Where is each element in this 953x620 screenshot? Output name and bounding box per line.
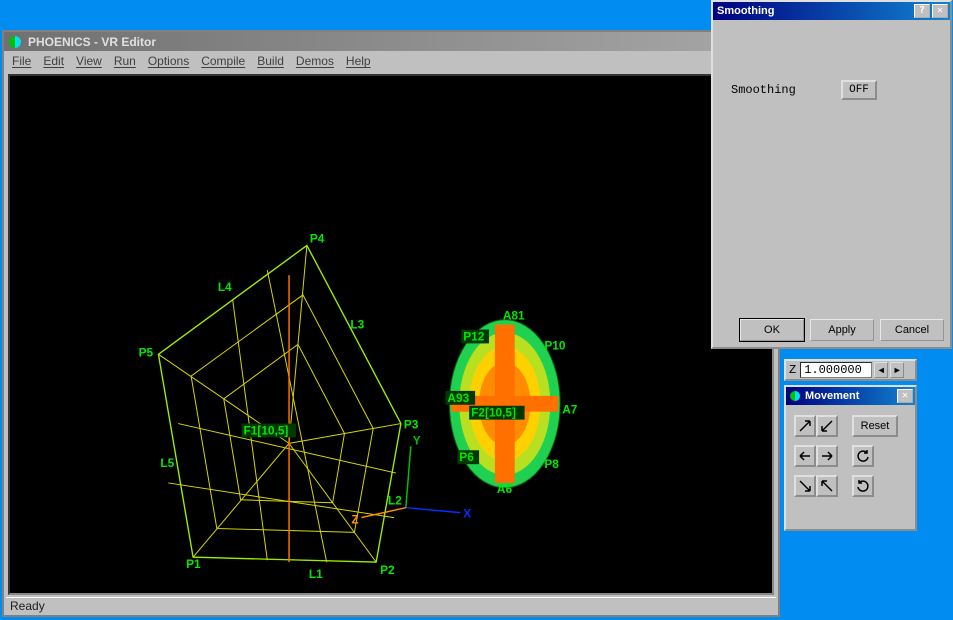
smoothing-dialog: Smoothing ? ✕ Smoothing OFF OK Apply Can…: [711, 0, 952, 349]
menu-build[interactable]: Build: [257, 54, 284, 68]
label-f2: F2[10,5]: [471, 406, 516, 420]
z-decrement-button[interactable]: ◄: [874, 362, 888, 378]
label-p2: P2: [380, 563, 395, 577]
viewport-3d[interactable]: P4 P3 P2 P1 P5 L1 L2 L3 L4 L5 F1[10,5] X: [8, 74, 774, 595]
movement-panel: Movement ✕ Reset: [784, 385, 917, 531]
movement-close-button[interactable]: ✕: [897, 389, 913, 403]
polygon-wireframe: [158, 245, 400, 562]
axis-z-label: Z: [351, 513, 358, 527]
menu-view[interactable]: View: [76, 54, 102, 68]
z-input[interactable]: 1.000000: [800, 362, 872, 378]
menu-options[interactable]: Options: [148, 54, 189, 68]
label-p10: P10: [544, 338, 566, 352]
help-button[interactable]: ?: [914, 4, 930, 18]
movement-logo-icon: [789, 390, 801, 402]
label-l3: L3: [350, 318, 364, 332]
rotate-ccw-icon[interactable]: [852, 445, 874, 467]
editor-window: PHOENICS - VR Editor File Edit View Run …: [2, 30, 780, 617]
label-a93: A93: [447, 391, 469, 405]
menu-file[interactable]: File: [12, 54, 31, 68]
z-bar: Z 1.000000 ◄ ►: [784, 359, 917, 381]
label-p1: P1: [186, 557, 201, 571]
label-l4: L4: [218, 280, 232, 294]
label-l2: L2: [388, 494, 402, 508]
movement-titlebar[interactable]: Movement ✕: [786, 387, 915, 405]
close-button[interactable]: ✕: [932, 4, 948, 18]
statusbar: Ready: [6, 597, 776, 613]
label-p12: P12: [463, 329, 485, 343]
move-up-right-icon[interactable]: [794, 415, 816, 437]
label-a81: A81: [503, 309, 525, 323]
label-p4: P4: [310, 231, 325, 245]
status-text: Ready: [10, 599, 45, 613]
z-label: Z: [789, 363, 796, 377]
z-increment-button[interactable]: ►: [890, 362, 904, 378]
ok-button[interactable]: OK: [740, 319, 804, 341]
label-p5: P5: [139, 345, 154, 359]
move-right-icon[interactable]: [816, 445, 838, 467]
axis-y-label: Y: [413, 433, 421, 447]
move-up-left-icon[interactable]: [816, 475, 838, 497]
rotate-cw-icon[interactable]: [852, 475, 874, 497]
app-logo-icon: [8, 35, 22, 49]
move-down-right-icon[interactable]: [794, 475, 816, 497]
label-l5: L5: [160, 456, 174, 470]
label-l1: L1: [309, 567, 323, 581]
smoothing-title: Smoothing: [717, 5, 912, 17]
movement-title: Movement: [805, 390, 895, 402]
editor-titlebar: PHOENICS - VR Editor: [4, 32, 778, 51]
axis-x-label: X: [463, 507, 471, 521]
label-a6: A6: [497, 482, 513, 496]
smoothing-toggle[interactable]: OFF: [841, 80, 877, 100]
smoothing-label: Smoothing: [731, 83, 841, 97]
move-down-left-icon[interactable]: [816, 415, 838, 437]
reset-button[interactable]: Reset: [852, 415, 898, 437]
menu-demos[interactable]: Demos: [296, 54, 334, 68]
menu-edit[interactable]: Edit: [43, 54, 64, 68]
label-a7: A7: [562, 403, 578, 417]
move-left-icon[interactable]: [794, 445, 816, 467]
editor-title: PHOENICS - VR Editor: [28, 35, 156, 49]
menubar: File Edit View Run Options Compile Build…: [4, 51, 778, 71]
label-p6: P6: [459, 450, 474, 464]
menu-help[interactable]: Help: [346, 54, 371, 68]
label-p3: P3: [404, 418, 419, 432]
label-f1: F1[10,5]: [244, 423, 289, 437]
label-p8: P8: [544, 457, 559, 471]
cancel-button[interactable]: Cancel: [880, 319, 944, 341]
menu-compile[interactable]: Compile: [201, 54, 245, 68]
smoothing-titlebar[interactable]: Smoothing ? ✕: [713, 2, 950, 20]
menu-run[interactable]: Run: [114, 54, 136, 68]
apply-button[interactable]: Apply: [810, 319, 874, 341]
